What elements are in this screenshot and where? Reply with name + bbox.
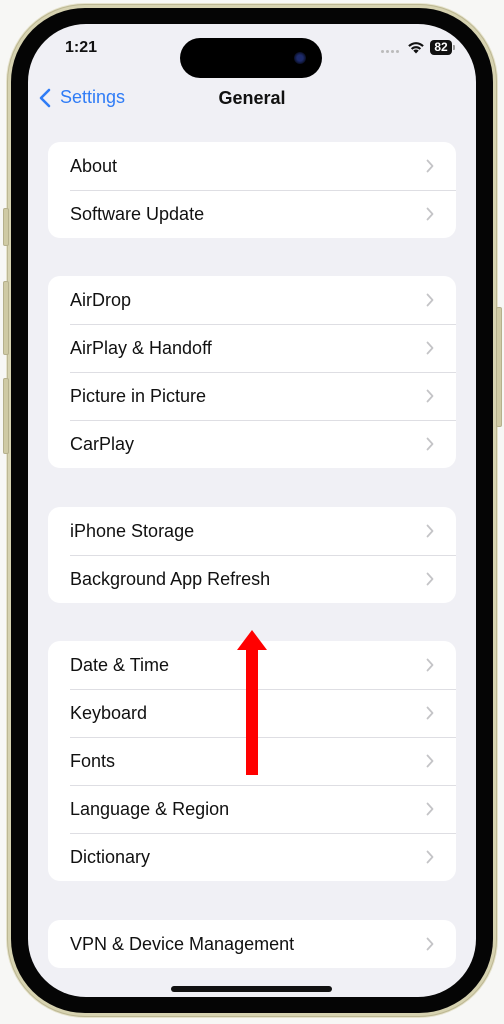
chevron-right-icon — [426, 437, 434, 451]
row-vpn-device-management[interactable]: VPN & Device Management — [48, 920, 456, 968]
settings-group-vpn: VPN & Device Management — [48, 920, 456, 968]
wifi-icon — [408, 42, 424, 54]
row-label: About — [70, 155, 118, 176]
chevron-right-icon — [426, 706, 434, 720]
action-button — [3, 208, 9, 246]
row-airplay-handoff[interactable]: AirPlay & Handoff — [48, 324, 456, 372]
row-label: VPN & Device Management — [70, 933, 295, 954]
battery-icon: 82 — [430, 40, 452, 55]
row-label: Software Update — [70, 203, 205, 224]
row-label: Background App Refresh — [70, 568, 271, 589]
row-label: Fonts — [70, 750, 116, 771]
settings-group-locale: Date & Time Keyboard Fonts Language & Re… — [48, 641, 456, 881]
row-carplay[interactable]: CarPlay — [48, 420, 456, 468]
settings-group-storage: iPhone Storage Background App Refresh — [48, 507, 456, 603]
chevron-right-icon — [426, 207, 434, 221]
row-label: AirDrop — [70, 289, 132, 310]
row-software-update[interactable]: Software Update — [48, 190, 456, 238]
chevron-right-icon — [426, 937, 434, 951]
volume-down-button — [3, 378, 9, 454]
page-title: General — [218, 88, 286, 108]
row-picture-in-picture[interactable]: Picture in Picture — [48, 372, 456, 420]
chevron-right-icon — [426, 572, 434, 586]
chevron-right-icon — [426, 850, 434, 864]
row-label: CarPlay — [70, 433, 135, 454]
row-airdrop[interactable]: AirDrop — [48, 276, 456, 324]
battery-cap — [453, 45, 455, 50]
row-label: Dictionary — [70, 846, 151, 867]
chevron-right-icon — [426, 754, 434, 768]
front-camera-icon — [294, 52, 306, 64]
row-background-app-refresh[interactable]: Background App Refresh — [48, 555, 456, 603]
row-language-region[interactable]: Language & Region — [48, 785, 456, 833]
row-label: AirPlay & Handoff — [70, 337, 212, 358]
chevron-right-icon — [426, 658, 434, 672]
row-label: Language & Region — [70, 798, 230, 819]
row-keyboard[interactable]: Keyboard — [48, 689, 456, 737]
volume-up-button — [3, 281, 9, 355]
row-iphone-storage[interactable]: iPhone Storage — [48, 507, 456, 555]
row-dictionary[interactable]: Dictionary — [48, 833, 456, 881]
chevron-right-icon — [426, 159, 434, 173]
status-time: 1:21 — [65, 39, 98, 56]
chevron-right-icon — [426, 341, 434, 355]
row-about[interactable]: About — [48, 142, 456, 190]
row-fonts[interactable]: Fonts — [48, 737, 456, 785]
chevron-right-icon — [426, 802, 434, 816]
row-label: iPhone Storage — [70, 520, 195, 541]
home-indicator[interactable] — [171, 986, 332, 992]
chevron-right-icon — [426, 524, 434, 538]
row-label: Picture in Picture — [70, 385, 207, 406]
row-date-time[interactable]: Date & Time — [48, 641, 456, 689]
power-button — [496, 307, 502, 427]
settings-group-connectivity: AirDrop AirPlay & Handoff Picture in Pic… — [48, 276, 456, 468]
chevron-right-icon — [426, 389, 434, 403]
screen: 1:21 82 Settings General About Software … — [28, 24, 476, 997]
chevron-right-icon — [426, 293, 434, 307]
row-label: Keyboard — [70, 702, 148, 723]
settings-group-about: About Software Update — [48, 142, 456, 238]
row-label: Date & Time — [70, 654, 170, 675]
dynamic-island — [180, 38, 322, 78]
cellular-signal-icon — [381, 50, 399, 53]
